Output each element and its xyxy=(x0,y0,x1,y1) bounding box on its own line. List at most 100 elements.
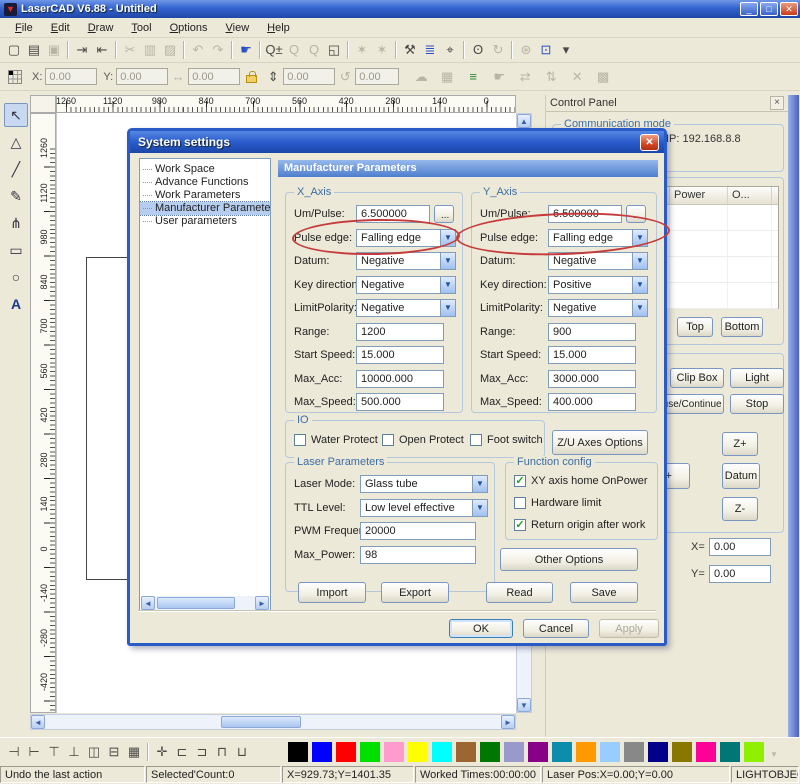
light-button[interactable]: Light xyxy=(730,368,784,388)
y-axis-um/pulse-input[interactable]: 6.500000 xyxy=(548,205,622,223)
y-axis-key-direction-combo[interactable]: Positive▼ xyxy=(548,276,648,294)
menu-file[interactable]: File xyxy=(6,20,42,36)
func-xy-axis-home-onpower-checkbox[interactable]: ✓ xyxy=(514,475,526,487)
laser-y-field[interactable]: 0.00 xyxy=(709,565,771,583)
toolbar-more-icon[interactable]: ▾ xyxy=(556,40,576,60)
align-bottom-icon[interactable]: ⊥ xyxy=(64,742,84,762)
y-axis-maxspeed-input[interactable]: 400.000 xyxy=(548,393,636,411)
laser-pwm-frequency-input[interactable]: 20000 xyxy=(360,522,476,540)
weld-cloud-icon[interactable]: ☁ xyxy=(411,67,431,87)
center-vertical-icon[interactable]: ⊟ xyxy=(104,742,124,762)
line-tool-icon[interactable]: ╱ xyxy=(4,157,28,181)
control-panel-close-icon[interactable]: × xyxy=(770,96,784,110)
zoom-in-icon[interactable]: Q± xyxy=(264,40,284,60)
x-axis-datum-combo[interactable]: Negative▼ xyxy=(356,252,456,270)
rotate-input[interactable]: 0.00 xyxy=(355,68,399,85)
height-input[interactable]: 0.00 xyxy=(283,68,335,85)
x-axis-limitpolarity-combo[interactable]: Negative▼ xyxy=(356,299,456,317)
paste-icon[interactable]: ▨ xyxy=(160,40,180,60)
io-water-protect-checkbox[interactable] xyxy=(294,434,306,446)
node-edit-tool-icon[interactable]: △ xyxy=(4,130,28,154)
rectangle-tool-icon[interactable]: ▭ xyxy=(4,238,28,262)
canvas-horizontal-scrollbar[interactable]: ◄ ► xyxy=(30,714,516,730)
export-button[interactable]: Export xyxy=(381,582,449,603)
x-axis-pulse-edge-combo[interactable]: Falling edge▼ xyxy=(356,229,456,247)
zoom-out-icon[interactable]: Q xyxy=(284,40,304,60)
io-foot-switch-checkbox[interactable] xyxy=(470,434,482,446)
x-axis-maxspeed-input[interactable]: 500.000 xyxy=(356,393,444,411)
color-swatch-1[interactable] xyxy=(312,742,332,762)
chevron-down-icon[interactable]: ▼ xyxy=(632,230,647,246)
zu-axes-options-button[interactable]: Z/U Axes Options xyxy=(552,430,648,455)
align-edge-top-icon[interactable]: ⊓ xyxy=(212,742,232,762)
mirror-vertical-icon[interactable]: ⇅ xyxy=(541,67,561,87)
menu-tool[interactable]: Tool xyxy=(122,20,160,36)
maximize-button[interactable]: □ xyxy=(760,2,778,16)
anchor-grid-icon[interactable] xyxy=(8,70,22,84)
close-button[interactable]: ✕ xyxy=(780,2,798,16)
tree-scroll-right-icon[interactable]: ► xyxy=(255,596,269,610)
color-swatch-5[interactable] xyxy=(408,742,428,762)
y-axis-start-speed-input[interactable]: 15.000 xyxy=(548,346,636,364)
color-swatch-4[interactable] xyxy=(384,742,404,762)
chevron-down-icon[interactable]: ▼ xyxy=(472,476,487,492)
tile-copies-icon[interactable]: ▦ xyxy=(437,67,457,87)
apply-button[interactable]: Apply xyxy=(599,619,659,638)
func-hardware-limit-checkbox[interactable] xyxy=(514,497,526,509)
y-axis-range-input[interactable]: 900 xyxy=(548,323,636,341)
node-snap-icon[interactable]: ✶ xyxy=(372,40,392,60)
y-axis-limitpolarity-combo[interactable]: Negative▼ xyxy=(548,299,648,317)
save-file-icon[interactable]: ▣ xyxy=(44,40,64,60)
align-edge-right-icon[interactable]: ⊐ xyxy=(192,742,212,762)
color-swatch-9[interactable] xyxy=(504,742,524,762)
tree-item-advance-functions[interactable]: Advance Functions xyxy=(140,176,270,189)
chevron-down-icon[interactable]: ▼ xyxy=(632,300,647,316)
align-right-icon[interactable]: ⊢ xyxy=(24,742,44,762)
laser-x-field[interactable]: 0.00 xyxy=(709,538,771,556)
color-swatch-2[interactable] xyxy=(336,742,356,762)
scroll-up-icon[interactable]: ▲ xyxy=(517,114,531,128)
y-coord-input[interactable]: 0.00 xyxy=(116,68,168,85)
display-monitor-icon[interactable]: ⊡ xyxy=(536,40,556,60)
color-swatch-10[interactable] xyxy=(528,742,548,762)
globe-icon[interactable]: ⊛ xyxy=(516,40,536,60)
func-return-origin-after-work-checkbox[interactable]: ✓ xyxy=(514,519,526,531)
palette-more-icon[interactable]: ▾ xyxy=(764,744,784,764)
ellipse-tool-icon[interactable]: ○ xyxy=(4,265,28,289)
import-file-icon[interactable]: ⇥ xyxy=(72,40,92,60)
x-axis-um/pulse-browse-button[interactable]: ... xyxy=(434,205,454,223)
zoom-select-icon[interactable]: Q xyxy=(304,40,324,60)
laser-maxpower-input[interactable]: 98 xyxy=(360,546,476,564)
tree-item-work-parameters[interactable]: Work Parameters xyxy=(140,189,270,202)
undo-icon[interactable]: ↶ xyxy=(188,40,208,60)
layer-column-3[interactable]: O... xyxy=(728,187,772,204)
layers-icon[interactable]: ≡ xyxy=(463,67,483,87)
simulate-hammer-icon[interactable]: ⚒ xyxy=(400,40,420,60)
datum-button[interactable]: Datum xyxy=(722,463,760,489)
panel-scrollbar[interactable] xyxy=(788,95,799,737)
same-size-icon[interactable]: ▦ xyxy=(124,742,144,762)
x-axis-um/pulse-input[interactable]: 6.500000 xyxy=(356,205,430,223)
align-edge-left-icon[interactable]: ⊏ xyxy=(172,742,192,762)
fill-pattern-icon[interactable]: ▩ xyxy=(593,67,613,87)
color-swatch-14[interactable] xyxy=(624,742,644,762)
x-coord-input[interactable]: 0.00 xyxy=(45,68,97,85)
minimize-button[interactable]: _ xyxy=(740,2,758,16)
io-open-protect-checkbox[interactable] xyxy=(382,434,394,446)
open-file-icon[interactable]: ▤ xyxy=(24,40,44,60)
select-tool-icon[interactable]: ↖ xyxy=(4,103,28,127)
cancel-button[interactable]: Cancel xyxy=(523,619,589,638)
node-align-icon[interactable]: ✶ xyxy=(352,40,372,60)
laser-laser-mode-combo[interactable]: Glass tube▼ xyxy=(360,475,488,493)
scroll-down-icon[interactable]: ▼ xyxy=(517,698,531,712)
y-axis-maxacc-input[interactable]: 3000.000 xyxy=(548,370,636,388)
x-axis-key-direction-combo[interactable]: Negative▼ xyxy=(356,276,456,294)
pan-hand-icon[interactable]: ☛ xyxy=(236,40,256,60)
color-swatch-12[interactable] xyxy=(576,742,596,762)
chevron-down-icon[interactable]: ▼ xyxy=(632,253,647,269)
color-swatch-3[interactable] xyxy=(360,742,380,762)
chevron-down-icon[interactable]: ▼ xyxy=(472,500,487,516)
color-swatch-16[interactable] xyxy=(672,742,692,762)
color-swatch-17[interactable] xyxy=(696,742,716,762)
y-axis-datum-combo[interactable]: Negative▼ xyxy=(548,252,648,270)
